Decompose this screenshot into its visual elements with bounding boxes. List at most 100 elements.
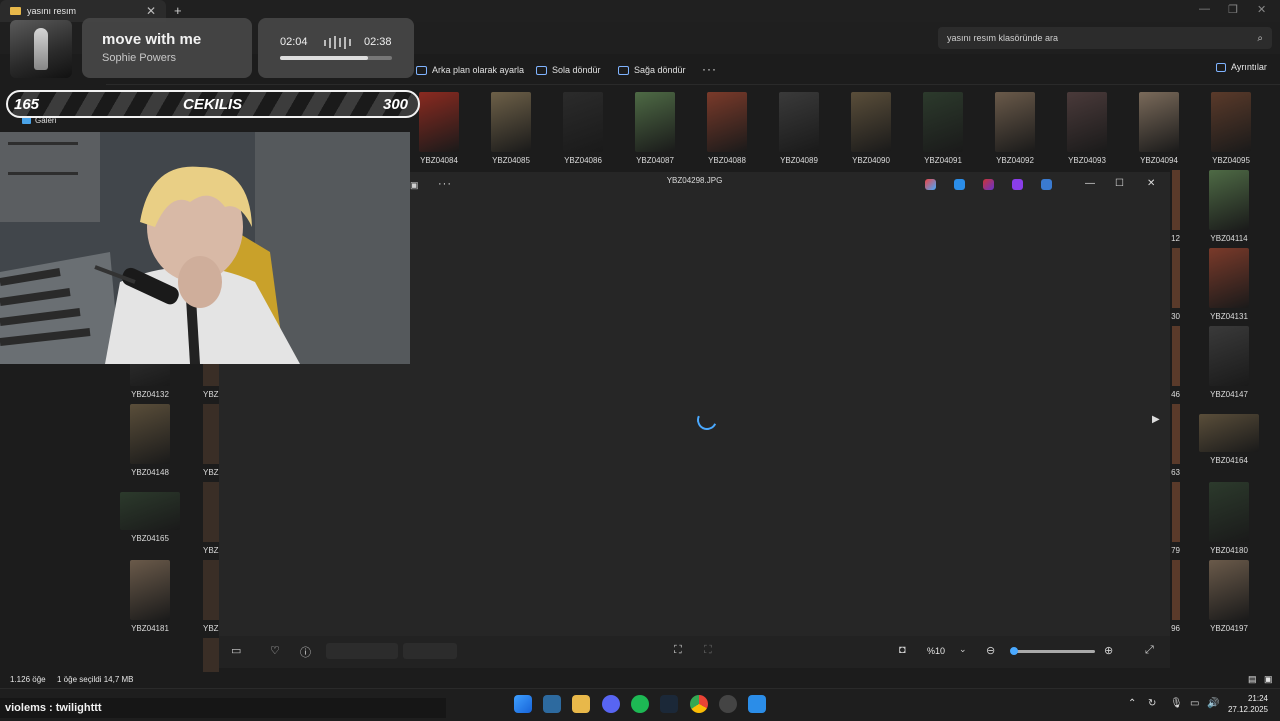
- tab-title: yasını resım: [27, 6, 77, 16]
- thumbnail-item[interactable]: YBZ04091: [913, 92, 973, 165]
- onedrive-icon[interactable]: [1041, 179, 1052, 190]
- rotate-left-button[interactable]: Sola döndür: [536, 62, 601, 78]
- thumbnail-partial[interactable]: 30: [1170, 248, 1180, 321]
- edit-icon[interactable]: ⛶: [704, 644, 712, 657]
- designer-icon[interactable]: [954, 179, 965, 190]
- close-window-icon[interactable]: ✕: [1257, 3, 1266, 16]
- clock[interactable]: 21:24 27.12.2025: [1224, 693, 1268, 715]
- chrome-icon[interactable]: [690, 695, 708, 713]
- thumbnail-image: [1172, 248, 1180, 308]
- actual-size-icon[interactable]: ◘: [899, 644, 906, 656]
- fullscreen-icon[interactable]: ⤢: [1145, 644, 1154, 657]
- sync-icon[interactable]: ↻: [1148, 698, 1156, 709]
- thumbnail-partial[interactable]: 96: [1170, 560, 1180, 633]
- clipchamp-icon[interactable]: [1012, 179, 1023, 190]
- thumbnail-partial[interactable]: YBZ: [203, 404, 219, 477]
- zoom-level[interactable]: %10: [927, 646, 945, 656]
- zoom-slider[interactable]: [1015, 650, 1095, 653]
- viewer-maximize-icon[interactable]: ☐: [1115, 178, 1124, 189]
- thumbnail-partial[interactable]: 63: [1170, 404, 1180, 477]
- chevron-down-icon[interactable]: ⌄: [959, 644, 967, 655]
- song-artist: Sophie Powers: [102, 52, 176, 64]
- thumbnail-image: [1172, 326, 1180, 386]
- new-tab-button[interactable]: +: [174, 3, 182, 18]
- search-input[interactable]: yasını resım klasöründe ara ⌕: [938, 27, 1272, 49]
- folder-icon: [10, 7, 21, 15]
- zoom-in-icon[interactable]: ⊕: [1104, 644, 1113, 657]
- paint-icon[interactable]: [983, 179, 994, 190]
- thumbnail-partial[interactable]: YBZ: [203, 560, 219, 633]
- details-button[interactable]: Ayrıntılar: [1216, 62, 1267, 72]
- playback-total-time: 02:38: [364, 36, 392, 48]
- thumbnail-item[interactable]: YBZ04164: [1199, 404, 1259, 465]
- zoom-slider-thumb[interactable]: [1010, 647, 1018, 655]
- view-details-icon[interactable]: ▤: [1248, 674, 1257, 685]
- thumbnail-label: YBZ04091: [924, 156, 962, 165]
- thumbnail-partial[interactable]: 12: [1170, 170, 1180, 243]
- rotate-right-button[interactable]: Sağa döndür: [618, 62, 686, 78]
- crop-icon[interactable]: ⛶: [674, 644, 682, 657]
- chat-message: violems : twilighttt: [0, 698, 446, 718]
- thumbnail-item[interactable]: YBZ04090: [841, 92, 901, 165]
- filmstrip-icon[interactable]: ▭: [231, 644, 241, 657]
- thumbnail-item[interactable]: YBZ04092: [985, 92, 1045, 165]
- thumbnail-item[interactable]: YBZ04165: [120, 482, 180, 543]
- details-label: Ayrıntılar: [1231, 62, 1267, 72]
- close-icon[interactable]: ✕: [146, 4, 156, 18]
- spotify-icon[interactable]: [631, 695, 649, 713]
- thumbnail-image: [1209, 482, 1249, 542]
- thumbnail-item[interactable]: YBZ04147: [1199, 326, 1259, 399]
- discord-icon[interactable]: [602, 695, 620, 713]
- restore-icon[interactable]: ❐: [1228, 3, 1238, 16]
- search-icon: ⌕: [1257, 32, 1263, 44]
- viewer-close-icon[interactable]: ✕: [1147, 178, 1155, 189]
- info-icon[interactable]: ⓘ: [300, 644, 311, 660]
- thumbnail-item[interactable]: YBZ04148: [120, 404, 180, 477]
- thumbnail-item[interactable]: YBZ04093: [1057, 92, 1117, 165]
- volume-icon[interactable]: 🔊: [1207, 698, 1219, 709]
- thumbnail-label: YBZ04085: [492, 156, 530, 165]
- thumbnail-item[interactable]: YBZ04087: [625, 92, 685, 165]
- rotate-right-label: Sağa döndür: [634, 65, 686, 75]
- thumbnail-partial[interactable]: YBZ: [203, 482, 219, 555]
- thumbnail-item[interactable]: YBZ04085: [481, 92, 541, 165]
- thumbnail-item[interactable]: YBZ04089: [769, 92, 829, 165]
- thumbnail-image: [635, 92, 675, 152]
- set-background-button[interactable]: Arka plan olarak ayarla: [416, 62, 524, 78]
- minimize-icon[interactable]: —: [1199, 3, 1210, 15]
- photos-icon[interactable]: [748, 695, 766, 713]
- obs-icon[interactable]: [719, 695, 737, 713]
- view-thumbnails-icon[interactable]: ▣: [1264, 674, 1273, 685]
- file-explorer-icon[interactable]: [572, 695, 590, 713]
- thumbnail-item[interactable]: YBZ04114: [1199, 170, 1259, 243]
- thumbnail-item[interactable]: YBZ04131: [1199, 248, 1259, 321]
- thumbnail-item[interactable]: YBZ04088: [697, 92, 757, 165]
- thumbnail-item[interactable]: YBZ04086: [553, 92, 613, 165]
- thumbnail-label: YBZ04086: [564, 156, 602, 165]
- thumbnail-item[interactable]: YBZ04095: [1201, 92, 1261, 165]
- copilot-icon[interactable]: [925, 179, 936, 190]
- thumbnail-item[interactable]: YBZ04094: [1129, 92, 1189, 165]
- microphone-icon[interactable]: 🎙: [1170, 698, 1183, 709]
- more-options-button[interactable]: ···: [702, 62, 717, 76]
- thumbnail-label: YBZ: [203, 546, 219, 555]
- app-icon[interactable]: [543, 695, 561, 713]
- thumbnail-image: [203, 482, 219, 542]
- thumbnail-partial[interactable]: 46: [1170, 326, 1180, 399]
- steam-icon[interactable]: [660, 695, 678, 713]
- raffle-goal: 300: [383, 96, 409, 113]
- webcam-feed: [0, 132, 410, 364]
- favorite-icon[interactable]: ♡: [270, 644, 280, 657]
- next-image-icon[interactable]: ▶: [1152, 414, 1160, 425]
- thumbnail-item[interactable]: YBZ04181: [120, 560, 180, 633]
- viewer-minimize-icon[interactable]: —: [1085, 178, 1095, 189]
- thumbnail-image: [707, 92, 747, 152]
- thumbnail-item[interactable]: YBZ04197: [1199, 560, 1259, 633]
- chevron-up-icon[interactable]: ⌃: [1128, 698, 1136, 709]
- thumbnail-item[interactable]: YBZ04180: [1199, 482, 1259, 555]
- thumbnail-label: YBZ04087: [636, 156, 674, 165]
- zoom-out-icon[interactable]: ⊖: [986, 644, 995, 657]
- display-icon[interactable]: ▭: [1190, 698, 1199, 709]
- start-icon[interactable]: [514, 695, 532, 713]
- thumbnail-partial[interactable]: 79: [1170, 482, 1180, 555]
